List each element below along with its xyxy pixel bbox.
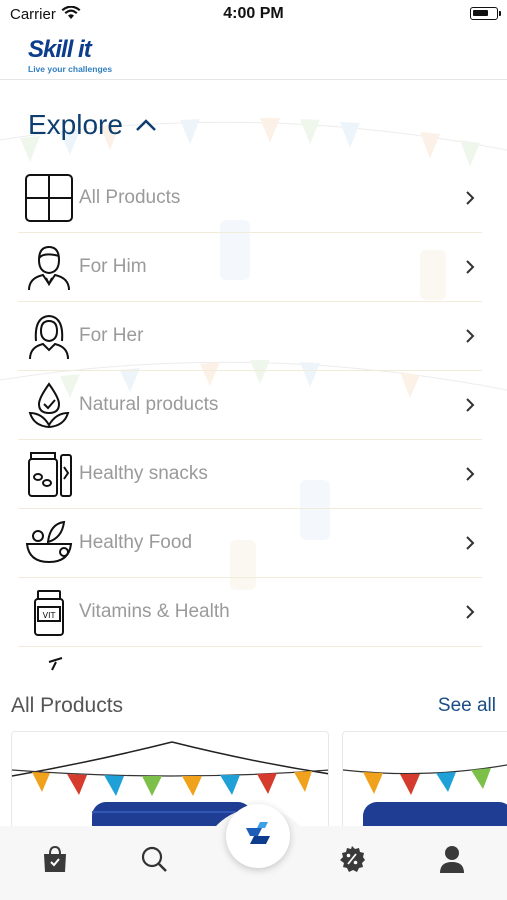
chevron-right-icon — [466, 191, 475, 205]
category-item-for-him[interactable]: For Him — [18, 233, 482, 302]
category-item-partial[interactable] — [18, 647, 482, 674]
section-title: All Products — [11, 694, 124, 717]
see-all-link[interactable]: See all — [438, 695, 496, 717]
logo-wordmark: Skill it — [28, 36, 92, 63]
status-bar: Carrier 4:00 PM — [0, 0, 507, 30]
skillit-logo[interactable]: Skill it Live your challenges — [28, 36, 118, 76]
category-label: Healthy Food — [79, 532, 193, 553]
product-image — [343, 764, 507, 840]
svg-text:VIT: VIT — [43, 611, 56, 620]
man-icon — [22, 240, 76, 294]
category-item-healthy-food[interactable]: Healthy Food — [18, 509, 482, 578]
user-icon[interactable] — [435, 842, 469, 876]
chevron-right-icon — [466, 536, 475, 550]
category-label: For Him — [79, 256, 147, 277]
chevron-right-icon — [466, 329, 475, 343]
logo-tagline: Live your challenges — [28, 64, 113, 74]
explore-title: Explore — [28, 109, 123, 140]
leaf-drop-icon — [22, 378, 76, 432]
category-label: Natural products — [79, 394, 219, 415]
battery-icon — [470, 7, 501, 20]
product-card[interactable] — [342, 731, 507, 841]
explore-toggle[interactable]: Explore — [28, 105, 157, 145]
category-item-vitamins-health[interactable]: VIT Vitamins & Health — [18, 578, 482, 647]
salad-bowl-icon — [22, 516, 76, 570]
chevron-right-icon — [466, 467, 475, 481]
app-header: Skill it Live your challenges — [0, 30, 507, 80]
vitamin-bottle-icon: VIT — [22, 585, 76, 639]
chevron-right-icon — [466, 605, 475, 619]
category-item-all-products[interactable]: All Products — [18, 164, 482, 233]
category-label: All Products — [79, 187, 181, 208]
chevron-right-icon — [466, 260, 475, 274]
bottom-tab-bar — [0, 804, 507, 900]
category-label: Healthy snacks — [79, 463, 208, 484]
grid-icon — [22, 171, 76, 225]
category-item-natural-products[interactable]: Natural products — [18, 371, 482, 440]
category-label: For Her — [79, 325, 144, 346]
category-item-healthy-snacks[interactable]: Healthy snacks — [18, 440, 482, 509]
category-item-for-her[interactable]: For Her — [18, 302, 482, 371]
woman-icon — [22, 309, 76, 363]
shopping-bag-icon[interactable] — [38, 842, 72, 876]
category-label: Vitamins & Health — [79, 601, 230, 622]
category-list: All Products For Him For Her Natural pro… — [18, 164, 482, 674]
skillit-logo-icon[interactable] — [226, 804, 290, 868]
chevron-up-icon — [136, 119, 156, 131]
chevron-right-icon — [466, 398, 475, 412]
search-icon[interactable] — [137, 842, 171, 876]
clock: 4:00 PM — [223, 5, 284, 22]
category-icon — [22, 654, 76, 674]
discount-icon[interactable] — [335, 842, 369, 876]
snack-jar-icon — [22, 447, 76, 501]
